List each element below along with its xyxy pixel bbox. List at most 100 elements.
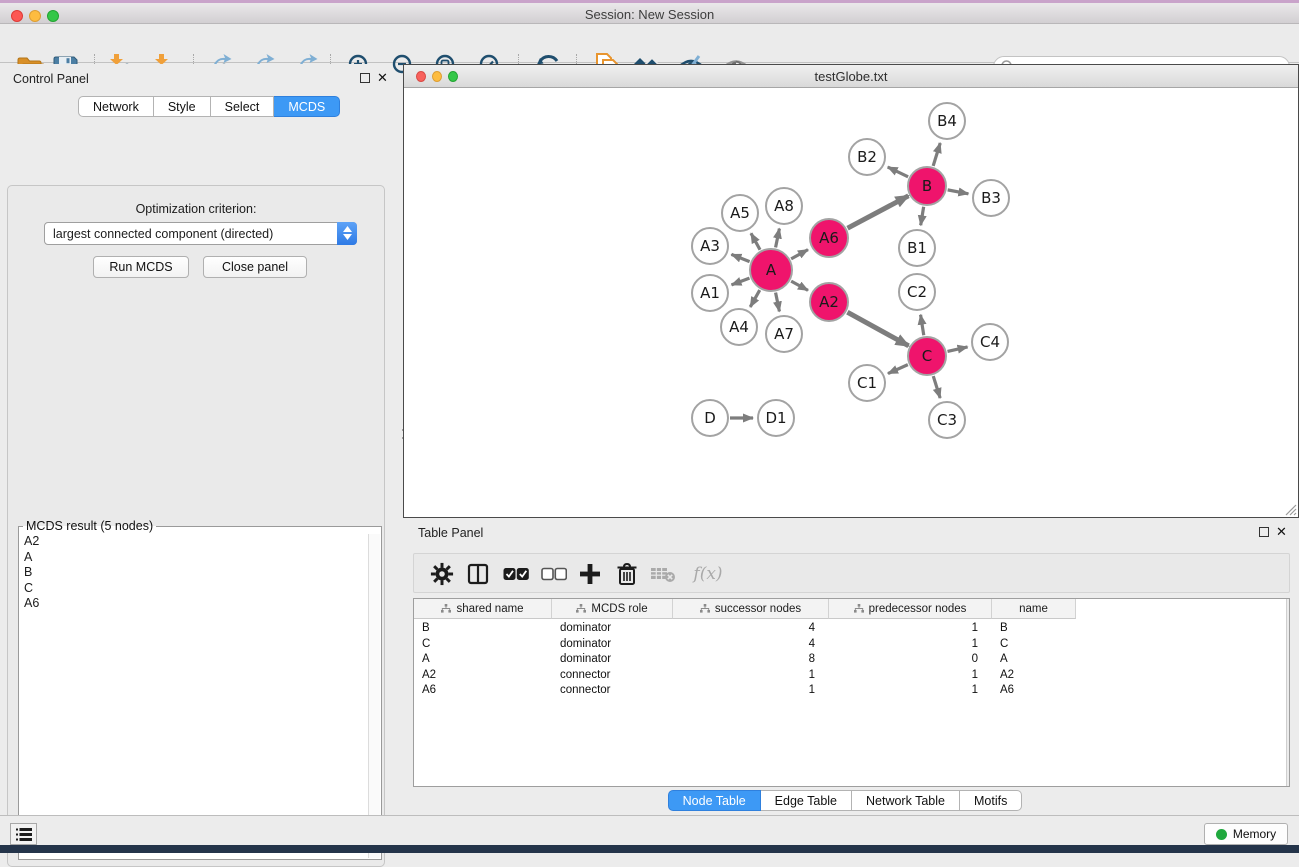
edge-A-A7[interactable] bbox=[776, 293, 780, 312]
graph-node-B4[interactable]: B4 bbox=[929, 103, 965, 139]
graph-node-A5[interactable]: A5 bbox=[722, 195, 758, 231]
tab-select[interactable]: Select bbox=[211, 96, 275, 117]
graph-node-A1[interactable]: A1 bbox=[692, 275, 728, 311]
graph-node-D1[interactable]: D1 bbox=[758, 400, 794, 436]
table-cell[interactable]: 4 bbox=[673, 637, 829, 653]
task-history-button[interactable] bbox=[10, 823, 37, 845]
table-cell[interactable]: 1 bbox=[829, 668, 992, 684]
table-cell[interactable]: 1 bbox=[829, 621, 992, 637]
select-all-checkboxes-icon[interactable] bbox=[500, 559, 532, 589]
table-cell[interactable]: A2 bbox=[414, 668, 552, 684]
edge-A-A4[interactable] bbox=[750, 290, 759, 307]
graph-node-A6[interactable]: A6 bbox=[810, 219, 848, 257]
column-header-MCDS-role[interactable]: MCDS role bbox=[552, 599, 673, 619]
deselect-all-checkboxes-icon[interactable] bbox=[538, 559, 570, 589]
table-cell[interactable]: A6 bbox=[414, 683, 552, 699]
close-panel-button[interactable]: Close panel bbox=[203, 256, 307, 278]
network-graph[interactable]: AA1A2A3A4A5A6A7A8BB1B2B3B4CC1C2C3C4DD1 bbox=[404, 88, 1298, 517]
table-float-panel-icon[interactable] bbox=[1259, 527, 1269, 537]
edge-A-A8[interactable] bbox=[776, 229, 780, 248]
mcds-result-list[interactable]: A2ABCA6 bbox=[20, 534, 368, 858]
column-header-successor-nodes[interactable]: successor nodes bbox=[673, 599, 829, 619]
table-cell[interactable]: 1 bbox=[673, 683, 829, 699]
graph-node-C4[interactable]: C4 bbox=[972, 324, 1008, 360]
edge-C-C3[interactable] bbox=[933, 376, 940, 398]
add-column-icon[interactable] bbox=[574, 559, 606, 589]
edge-A-A5[interactable] bbox=[751, 233, 760, 250]
graph-node-C2[interactable]: C2 bbox=[899, 274, 935, 310]
graph-node-C3[interactable]: C3 bbox=[929, 402, 965, 438]
column-header-shared-name[interactable]: shared name bbox=[414, 599, 552, 619]
edge-B-B4[interactable] bbox=[933, 143, 940, 166]
table-close-panel-icon[interactable]: ✕ bbox=[1276, 527, 1287, 537]
table-cell[interactable]: connector bbox=[552, 683, 673, 699]
graph-node-C1[interactable]: C1 bbox=[849, 365, 885, 401]
tab-style[interactable]: Style bbox=[154, 96, 211, 117]
mcds-result-item[interactable]: A bbox=[20, 550, 368, 566]
table-cell[interactable]: A6 bbox=[992, 683, 1076, 699]
edge-A-A3[interactable] bbox=[731, 254, 749, 261]
run-mcds-button[interactable]: Run MCDS bbox=[93, 256, 189, 278]
float-panel-icon[interactable] bbox=[360, 73, 370, 83]
edge-A-A1[interactable] bbox=[732, 278, 750, 285]
graph-node-A4[interactable]: A4 bbox=[721, 309, 757, 345]
edge-C-C4[interactable] bbox=[947, 347, 967, 351]
mcds-result-item[interactable]: A2 bbox=[20, 534, 368, 550]
edge-A-A2[interactable] bbox=[791, 281, 808, 290]
edge-C-C2[interactable] bbox=[921, 315, 924, 336]
graph-node-A2[interactable]: A2 bbox=[810, 283, 848, 321]
table-cell[interactable]: B bbox=[414, 621, 552, 637]
table-cell[interactable]: 0 bbox=[829, 652, 992, 668]
edge-C-C1[interactable] bbox=[888, 365, 908, 374]
tab-network[interactable]: Network bbox=[78, 96, 154, 117]
table-scrollbar[interactable] bbox=[1286, 599, 1289, 786]
settings-gear-icon[interactable] bbox=[426, 559, 458, 589]
table-cell[interactable]: A2 bbox=[992, 668, 1076, 684]
edge-B-B3[interactable] bbox=[948, 190, 969, 194]
table-cell[interactable]: 4 bbox=[673, 621, 829, 637]
edge-A6-B[interactable] bbox=[848, 196, 909, 228]
network-window-titlebar[interactable]: testGlobe.txt bbox=[404, 65, 1298, 88]
tab-edge-table[interactable]: Edge Table bbox=[761, 790, 852, 811]
edge-B-B1[interactable] bbox=[921, 207, 924, 226]
table-cell[interactable]: 1 bbox=[673, 668, 829, 684]
memory-button[interactable]: Memory bbox=[1204, 823, 1288, 845]
graph-node-B2[interactable]: B2 bbox=[849, 139, 885, 175]
graph-node-C[interactable]: C bbox=[908, 337, 946, 375]
table-cell[interactable]: A bbox=[992, 652, 1076, 668]
column-header-name[interactable]: name bbox=[992, 599, 1076, 619]
mcds-result-item[interactable]: A6 bbox=[20, 596, 368, 612]
table-cell[interactable]: C bbox=[414, 637, 552, 653]
column-header-predecessor-nodes[interactable]: predecessor nodes bbox=[829, 599, 992, 619]
graph-node-A7[interactable]: A7 bbox=[766, 316, 802, 352]
edge-A-A6[interactable] bbox=[791, 250, 808, 259]
network-canvas[interactable]: AA1A2A3A4A5A6A7A8BB1B2B3B4CC1C2C3C4DD1 bbox=[404, 88, 1298, 517]
edge-A2-C[interactable] bbox=[847, 312, 908, 346]
table-cell[interactable]: connector bbox=[552, 668, 673, 684]
table-cell[interactable]: B bbox=[992, 621, 1076, 637]
graph-node-B[interactable]: B bbox=[908, 167, 946, 205]
table-cell[interactable]: 1 bbox=[829, 637, 992, 653]
close-panel-icon[interactable]: ✕ bbox=[377, 73, 388, 83]
delete-column-trash-icon[interactable] bbox=[611, 559, 643, 589]
mcds-result-item[interactable]: B bbox=[20, 565, 368, 581]
table-cell[interactable]: dominator bbox=[552, 652, 673, 668]
graph-node-B1[interactable]: B1 bbox=[899, 230, 935, 266]
table-cell[interactable]: 8 bbox=[673, 652, 829, 668]
graph-node-A3[interactable]: A3 bbox=[692, 228, 728, 264]
graph-node-D[interactable]: D bbox=[692, 400, 728, 436]
tab-network-table[interactable]: Network Table bbox=[852, 790, 960, 811]
resize-grip-icon[interactable] bbox=[1284, 503, 1297, 516]
tab-motifs[interactable]: Motifs bbox=[960, 790, 1022, 811]
tab-mcds[interactable]: MCDS bbox=[274, 96, 340, 117]
result-scrollbar[interactable] bbox=[368, 534, 380, 858]
table-cell[interactable]: dominator bbox=[552, 621, 673, 637]
mcds-result-item[interactable]: C bbox=[20, 581, 368, 597]
graph-node-B3[interactable]: B3 bbox=[973, 180, 1009, 216]
edge-B-B2[interactable] bbox=[888, 167, 908, 177]
table-cell[interactable]: dominator bbox=[552, 637, 673, 653]
columns-icon[interactable] bbox=[462, 559, 494, 589]
table-cell[interactable]: 1 bbox=[829, 683, 992, 699]
table-cell[interactable]: C bbox=[992, 637, 1076, 653]
graph-node-A[interactable]: A bbox=[750, 249, 792, 291]
